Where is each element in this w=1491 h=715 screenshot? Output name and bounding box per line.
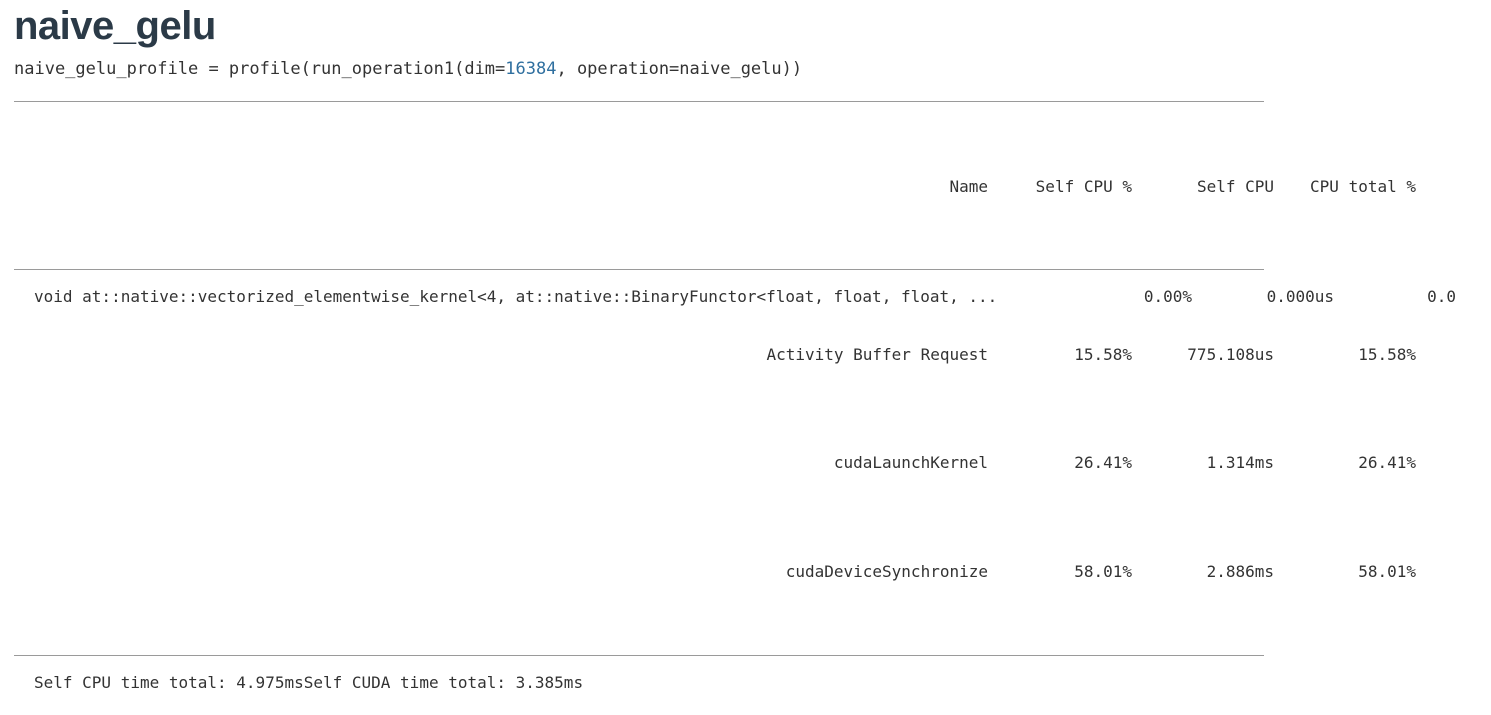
row-self-cpu-pct: 15.58% bbox=[1074, 345, 1132, 364]
footer-summary: Self CPU time total: 4.975msSelf CUDA ti… bbox=[34, 673, 584, 692]
header-name: Name bbox=[949, 177, 988, 196]
row-self-cpu-pct: 58.01% bbox=[1074, 562, 1132, 581]
row-self-cpu: 0.000us bbox=[1266, 287, 1334, 306]
row-name: Activity Buffer Request bbox=[766, 345, 988, 364]
row-name: cudaLaunchKernel bbox=[833, 453, 988, 472]
row-self-cpu: 2.886ms bbox=[1206, 562, 1274, 581]
top-rule bbox=[14, 101, 1264, 102]
code-line: naive_gelu_profile = profile(run_operati… bbox=[14, 58, 802, 80]
row-self-cpu: 1.314ms bbox=[1206, 453, 1274, 472]
header-rule bbox=[14, 269, 1264, 270]
header-self-cpu: Self CPU bbox=[1196, 177, 1274, 196]
row-cpu-total-pct: 58.01% bbox=[1358, 562, 1416, 581]
bottom-rule bbox=[14, 655, 1264, 656]
row-self-cpu-pct: 0.00% bbox=[1143, 287, 1192, 306]
code-suffix: , operation=naive_gelu)) bbox=[556, 59, 803, 79]
header-cpu-total-pct: CPU total % bbox=[1310, 177, 1416, 196]
row-self-cpu: 775.108us bbox=[1187, 345, 1274, 364]
code-prefix: naive_gelu_profile = profile(run_operati… bbox=[14, 59, 506, 79]
row-name: cudaDeviceSynchronize bbox=[785, 562, 988, 581]
page-title: naive_gelu bbox=[14, 4, 216, 48]
row-self-cpu-pct: 26.41% bbox=[1074, 453, 1132, 472]
row-cpu-total-pct: 26.41% bbox=[1358, 453, 1416, 472]
row-cpu-total-pct: 15.58% bbox=[1358, 345, 1416, 364]
row-name: void at::native::vectorized_elementwise_… bbox=[34, 287, 998, 306]
row-cpu-total-pct: 0.0 bbox=[1427, 287, 1456, 306]
header-self-cpu-pct: Self CPU % bbox=[1035, 177, 1132, 196]
code-dim-value: 16384 bbox=[505, 59, 557, 79]
